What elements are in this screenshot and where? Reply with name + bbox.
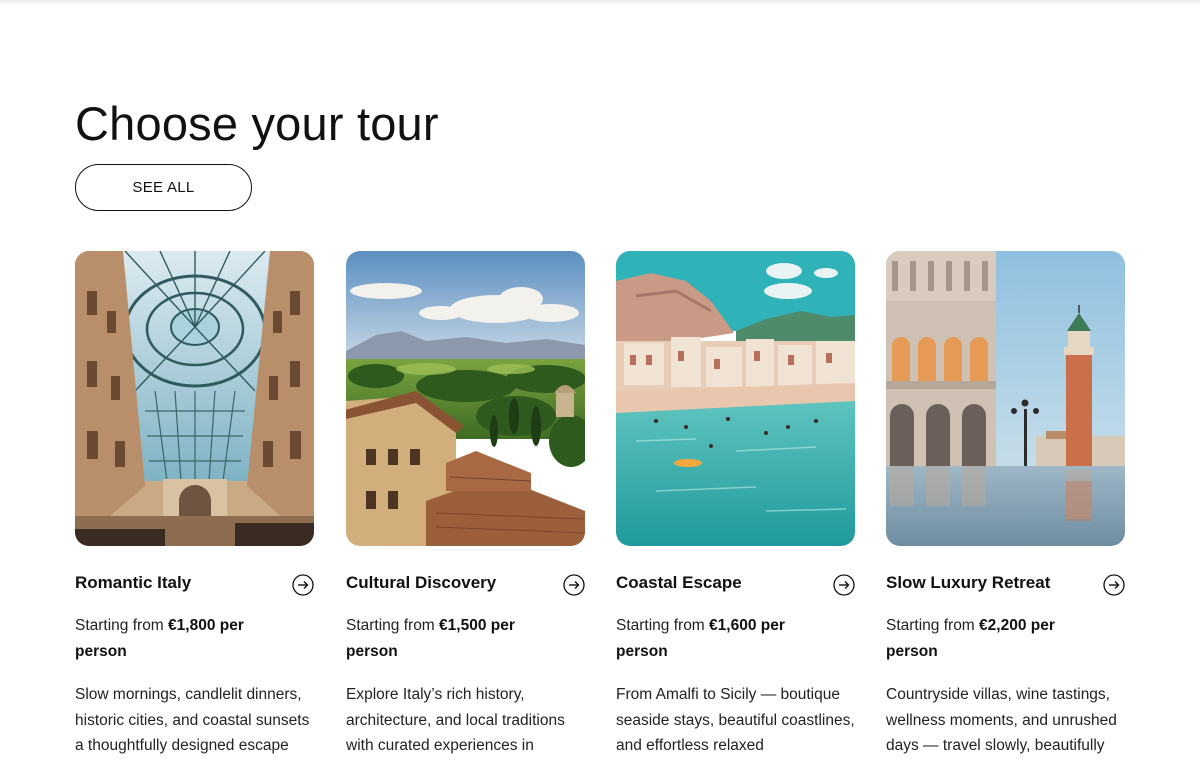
price-prefix: Starting from	[75, 617, 164, 634]
arrow-right-circle-icon[interactable]	[292, 574, 314, 596]
venice-palace-campanile-photo[interactable]	[886, 251, 1125, 546]
card-description: Countryside villas, wine tastings, welln…	[886, 686, 1117, 754]
galleria-arcade-dome-photo[interactable]	[75, 251, 314, 546]
see-all-button[interactable]: SEE ALL	[75, 164, 252, 211]
price-prefix: Starting from	[346, 617, 435, 634]
card-description: From Amalfi to Sicily — boutique seaside…	[616, 686, 855, 754]
page-title: Choose your tour	[75, 97, 439, 150]
card-price: Starting from €1,500 per person	[346, 613, 546, 665]
card-title[interactable]: Coastal Escape	[616, 573, 742, 593]
tours-section: Choose your tour SEE ALL Romantic Italy …	[75, 0, 1125, 754]
arrow-right-circle-icon[interactable]	[833, 574, 855, 596]
card-price: Starting from €2,200 per person	[886, 613, 1086, 665]
price-prefix: Starting from	[616, 617, 705, 634]
tour-card[interactable]: Romantic Italy Starting from €1,800 per …	[75, 251, 314, 754]
card-description: Slow mornings, candlelit dinners, histor…	[75, 686, 310, 754]
tuscan-village-landscape-photo[interactable]	[346, 251, 585, 546]
price-prefix: Starting from	[886, 617, 975, 634]
card-title[interactable]: Slow Luxury Retreat	[886, 573, 1050, 593]
arrow-right-circle-icon[interactable]	[1103, 574, 1125, 596]
card-header: Slow Luxury Retreat	[886, 573, 1125, 597]
card-header: Coastal Escape	[616, 573, 855, 597]
card-header: Cultural Discovery	[346, 573, 585, 597]
card-price: Starting from €1,800 per person	[75, 613, 275, 665]
tour-card[interactable]: Cultural Discovery Starting from €1,500 …	[346, 251, 585, 754]
card-header: Romantic Italy	[75, 573, 314, 597]
card-price: Starting from €1,600 per person	[616, 613, 816, 665]
card-title[interactable]: Cultural Discovery	[346, 573, 496, 593]
card-description: Explore Italy’s rich history, architectu…	[346, 686, 565, 754]
seaside-town-beach-photo[interactable]	[616, 251, 855, 546]
arrow-right-circle-icon[interactable]	[563, 574, 585, 596]
tour-card[interactable]: Coastal Escape Starting from €1,600 per …	[616, 251, 855, 754]
tour-card[interactable]: Slow Luxury Retreat Starting from €2,200…	[886, 251, 1125, 754]
card-title[interactable]: Romantic Italy	[75, 573, 191, 593]
